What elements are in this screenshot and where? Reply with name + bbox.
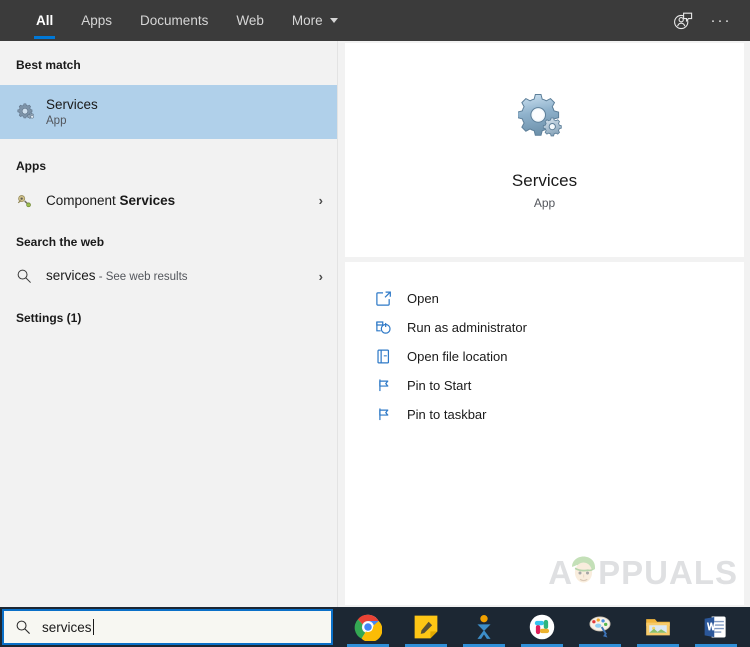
taskbar-item-xbox[interactable] [455,607,513,647]
result-item-web-search-text: services - See web results [46,267,319,286]
result-item-component-services-text: Component Services [46,192,319,209]
web-search-suffix: - See web results [95,270,188,283]
ellipsis-icon[interactable]: ··· [702,0,740,41]
action-pin-to-taskbar[interactable]: Pin to taskbar [345,400,744,429]
action-open-label: Open [407,291,439,306]
taskbar-item-paint[interactable] [571,607,629,647]
action-pin-to-start[interactable]: Pin to Start [345,371,744,400]
action-open-file-location-label: Open file location [407,349,508,364]
search-results-area: Best match Services App Apps Component S… [0,41,750,607]
file-explorer-icon [644,613,672,641]
taskbar-item-slack[interactable] [513,607,571,647]
feedback-person-icon[interactable] [664,0,702,41]
taskbar-search-input[interactable]: services [2,609,333,645]
text-cursor [92,619,94,635]
paint-icon [586,613,614,641]
group-heading-apps: Apps [16,159,46,173]
tab-more-label: More [291,13,323,28]
word-icon [702,613,730,641]
result-item-component-services[interactable]: Component Services › [0,185,337,215]
component-services-title-plain: Component [46,192,120,208]
search-icon [16,268,46,284]
windows-search-screen: All Apps Documents Web More ··· Best mat… [0,0,750,647]
chevron-right-icon[interactable]: › [319,269,323,284]
tab-web-label: Web [236,13,264,28]
tab-web[interactable]: Web [222,0,278,41]
tab-apps-label: Apps [81,13,113,28]
x-person-icon [470,613,498,641]
action-pin-to-start-label: Pin to Start [407,378,472,393]
taskbar-pinned-apps [339,607,745,647]
action-run-as-administrator-label: Run as administrator [407,320,527,335]
ellipsis-label: ··· [710,12,732,29]
chevron-down-icon [329,18,338,23]
preview-action-list: Open Run as administrator Open file loca… [345,262,744,429]
result-item-component-services-title: Component Services [46,192,319,209]
chrome-icon [354,613,382,641]
taskbar-item-file-explorer[interactable] [629,607,687,647]
component-services-icon [16,192,46,209]
shield-admin-icon [375,319,407,336]
action-open[interactable]: Open [345,284,744,313]
tab-more[interactable]: More [278,0,352,41]
taskbar-item-sticky-notes[interactable] [397,607,455,647]
action-pin-to-taskbar-label: Pin to taskbar [407,407,487,422]
web-search-query: services [46,267,96,283]
chevron-right-icon[interactable]: › [319,193,323,208]
group-heading-best-match: Best match [16,58,81,72]
action-run-as-administrator[interactable]: Run as administrator [345,313,744,342]
preview-subtitle: App [533,195,556,210]
preview-hero-card: Services App [345,43,744,257]
search-icon [15,619,31,635]
tab-documents-label: Documents [140,13,209,28]
result-item-services-title: Services [46,96,98,112]
tab-apps[interactable]: Apps [67,0,126,41]
result-item-web-search-title: services - See web results [46,267,319,286]
slack-icon [528,613,556,641]
preview-hero: Services App [345,43,744,257]
preview-actions-card: Open Run as administrator Open file loca… [345,262,744,605]
result-item-services[interactable]: Services App [0,85,337,139]
taskbar-search-value: services [42,619,92,635]
pin-icon [375,406,407,423]
open-icon [375,290,407,307]
tab-all[interactable]: All [22,0,67,41]
preview-panel: Services App Open Run as administrator O… [339,41,750,607]
group-heading-search-the-web: Search the web [16,235,105,249]
taskbar-item-chrome[interactable] [339,607,397,647]
search-header: All Apps Documents Web More ··· [0,0,750,41]
services-gear-icon [16,101,46,123]
action-open-file-location[interactable]: Open file location [345,342,744,371]
taskbar-item-word[interactable] [687,607,745,647]
preview-title: Services [511,170,578,190]
result-item-web-search[interactable]: services - See web results › [0,261,337,291]
sticky-notes-icon [412,613,440,641]
tab-all-label: All [36,13,54,28]
result-item-services-text: Services App [46,96,323,129]
group-heading-settings: Settings (1) [16,311,82,325]
header-actions: ··· [664,0,740,41]
results-list-panel: Best match Services App Apps Component S… [0,41,338,607]
taskbar: services [0,607,750,647]
component-services-title-match: Services [119,192,176,208]
pin-icon [375,377,407,394]
services-gear-icon [516,91,572,150]
tab-documents[interactable]: Documents [126,0,222,41]
search-filter-tabs: All Apps Documents Web More [22,0,352,41]
folder-location-icon [375,348,407,365]
result-item-services-subtitle: App [46,114,67,127]
